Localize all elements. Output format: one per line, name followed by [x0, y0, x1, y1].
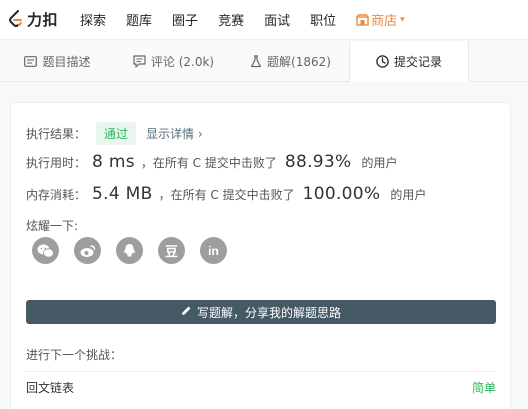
runtime-value: 8 ms — [92, 152, 135, 172]
flask-icon — [250, 55, 262, 68]
tab-submissions[interactable]: 提交记录 — [349, 41, 469, 82]
logo-text: 力扣 — [27, 11, 59, 29]
tab-solutions-label: 题解(1862) — [267, 55, 331, 69]
douban-glyph: 豆 — [164, 245, 178, 260]
memory-percent: 100.00% — [302, 184, 381, 204]
tab-comments[interactable]: 评论 (2.0k) — [115, 41, 232, 82]
next-problem-row[interactable]: 回文链表 简单 — [26, 379, 496, 396]
douban-icon[interactable]: 豆 — [158, 237, 185, 264]
share-label: 炫耀一下: — [26, 219, 79, 233]
nav-shop-label: 商店 — [371, 14, 398, 29]
shop-icon — [356, 13, 369, 26]
share-label-row: 炫耀一下: — [26, 217, 78, 234]
tab-comments-label: 评论 (2.0k) — [150, 55, 215, 69]
leetcode-logo-icon — [9, 10, 22, 27]
top-navbar: 力扣 探索 题库 圈子 竞赛 面试 职位 商店 ▾ — [0, 0, 528, 40]
runtime-middle-text: ，在所有 C 提交中击败了 — [140, 155, 277, 170]
leetcode-logo[interactable]: 力扣 — [8, 9, 58, 30]
status-badge: 通过 — [96, 122, 137, 145]
linkedin-glyph: in — [208, 243, 219, 258]
tab-description[interactable]: 题目描述 — [0, 41, 115, 82]
runtime-percent: 88.93% — [284, 152, 352, 172]
chevron-down-icon: ▾ — [400, 14, 405, 25]
next-challenge-label: 进行下一个挑战： — [26, 348, 123, 362]
weibo-icon[interactable] — [74, 237, 101, 264]
memory-suffix: 的用户 — [390, 187, 427, 202]
nav-item-circle[interactable]: 圈子 — [172, 10, 198, 29]
submission-result-card: 执行结果： 通过 显示详情 › 执行用时： 8 ms ，在所有 C 提交中击败了… — [10, 102, 511, 409]
result-row: 执行结果： 通过 显示详情 › — [26, 122, 203, 145]
tab-submissions-label: 提交记录 — [393, 55, 442, 69]
nav-item-interview[interactable]: 面试 — [264, 10, 290, 29]
memory-middle-text: ，在所有 C 提交中击败了 — [158, 187, 295, 202]
problem-tabbar: 题目描述 评论 (2.0k) 题解(1862) 提交记录 — [0, 41, 528, 82]
divider — [26, 371, 496, 372]
write-solution-label: 写题解，分享我的解题思路 — [196, 305, 341, 320]
nav-item-explore[interactable]: 探索 — [80, 10, 106, 29]
nav-item-jobs[interactable]: 职位 — [310, 10, 336, 29]
next-problem-title[interactable]: 回文链表 — [26, 379, 74, 396]
memory-label: 内存消耗： — [26, 187, 87, 202]
tab-description-label: 题目描述 — [42, 55, 91, 69]
difficulty-badge: 简单 — [471, 381, 496, 395]
nav-item-shop[interactable]: 商店 ▾ — [356, 10, 405, 29]
write-solution-button[interactable]: 写题解，分享我的解题思路 — [26, 300, 496, 324]
document-icon — [24, 56, 38, 67]
memory-value: 5.4 MB — [92, 184, 153, 204]
pencil-icon — [181, 305, 192, 319]
comment-icon — [133, 55, 146, 68]
qq-icon[interactable] — [116, 237, 143, 264]
nav-item-contest[interactable]: 竞赛 — [218, 10, 244, 29]
clock-icon — [376, 55, 389, 68]
nav-item-problems[interactable]: 题库 — [126, 10, 152, 29]
result-label: 执行结果： — [26, 127, 87, 141]
runtime-suffix: 的用户 — [361, 155, 398, 170]
runtime-row: 执行用时： 8 ms ，在所有 C 提交中击败了 88.93% 的用户 — [26, 152, 398, 172]
show-details-link[interactable]: 显示详情 › — [146, 125, 203, 142]
wechat-icon[interactable] — [32, 237, 59, 264]
memory-row: 内存消耗： 5.4 MB ，在所有 C 提交中击败了 100.00% 的用户 — [26, 184, 426, 204]
runtime-label: 执行用时： — [26, 155, 87, 170]
linkedin-icon[interactable]: in — [200, 237, 227, 264]
tab-solutions[interactable]: 题解(1862) — [232, 41, 349, 82]
share-icons: 豆 in — [32, 237, 242, 264]
